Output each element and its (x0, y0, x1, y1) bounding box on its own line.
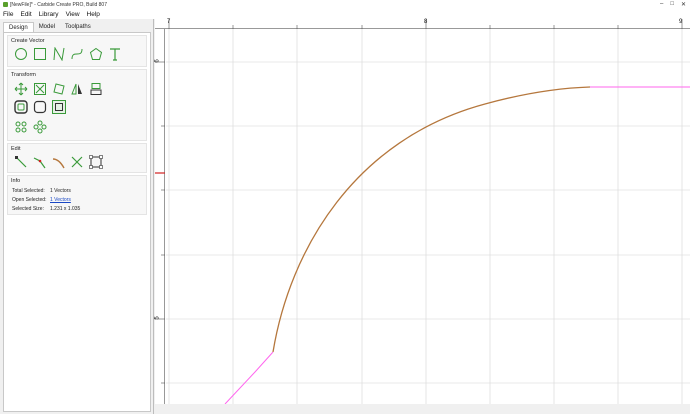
h-ruler-ticks (168, 19, 683, 29)
design-pane: Create Vector Transform Edit Info Total … (3, 32, 151, 412)
window-title: [NewFile]* - Carbide Create PRO, Build 8… (10, 1, 107, 8)
align-icon[interactable] (89, 82, 103, 96)
node-edit-icon[interactable] (14, 155, 28, 169)
tab-design[interactable]: Design (3, 22, 34, 32)
rotate-icon[interactable] (52, 82, 66, 96)
polyline-icon[interactable] (52, 47, 66, 61)
menu-view[interactable]: View (66, 11, 80, 18)
menu-library[interactable]: Library (39, 11, 59, 18)
horizontal-ruler: 7 8 9 (155, 19, 690, 29)
canvas-drawing[interactable] (155, 19, 690, 414)
menu-bar: File Edit Library View Help (0, 9, 690, 19)
total-selected-value: 1 Vectors (50, 188, 71, 194)
menu-file[interactable]: File (3, 11, 13, 18)
offset-icon[interactable] (14, 100, 28, 114)
boolean-icon[interactable] (52, 100, 66, 114)
trim-icon[interactable] (70, 155, 84, 169)
left-panel: Design Model Toolpaths Create Vector Tra… (0, 19, 154, 414)
edit-title: Edit (11, 146, 21, 152)
h-ruler-label-7: 7 (167, 19, 171, 25)
bounding-box-icon[interactable] (89, 155, 103, 169)
mirror-icon[interactable] (70, 82, 84, 96)
design-canvas[interactable] (155, 19, 690, 414)
tab-toolpaths[interactable]: Toolpaths (60, 22, 96, 32)
transform-title: Transform (11, 72, 36, 78)
close-button[interactable]: ✕ (681, 1, 686, 8)
selected-size-value: 1.231 x 1.035 (50, 206, 81, 212)
group-icon[interactable] (14, 120, 28, 134)
curve-icon[interactable] (70, 47, 84, 61)
info-open-selected: Open Selected: 1 Vectors (12, 197, 71, 203)
circle-icon[interactable] (14, 47, 28, 61)
h-ruler-label-9: 9 (679, 19, 683, 25)
rectangle-icon[interactable] (33, 47, 47, 61)
vertical-ruler: 6 5 (155, 29, 165, 404)
ungroup-icon[interactable] (33, 120, 47, 134)
info-title: Info (11, 178, 21, 184)
scale-icon[interactable] (33, 82, 47, 96)
panel-tabs: Design Model Toolpaths (3, 22, 96, 32)
title-bar: [NewFile]* - Carbide Create PRO, Build 8… (0, 0, 690, 9)
create-vector-section: Create Vector (7, 35, 147, 67)
v-ruler-ticks (155, 61, 165, 384)
fillet-icon[interactable] (33, 100, 47, 114)
open-path-lower[interactable] (224, 351, 274, 405)
smooth-icon[interactable] (52, 155, 66, 169)
menu-help[interactable]: Help (87, 11, 100, 18)
app-logo-icon (3, 2, 8, 7)
selected-size-label: Selected Size: (12, 206, 44, 212)
maximize-button[interactable]: □ (670, 1, 674, 8)
move-icon[interactable] (14, 82, 28, 96)
h-ruler-label-8: 8 (424, 19, 428, 25)
info-section: Info Total Selected: 1 Vectors Open Sele… (7, 175, 147, 215)
horizontal-scrollbar[interactable] (155, 404, 690, 414)
create-vector-title: Create Vector (11, 38, 45, 44)
info-total-selected: Total Selected: 1 Vectors (12, 188, 71, 194)
transform-section: Transform (7, 69, 147, 141)
canvas-grid (166, 29, 690, 404)
text-icon[interactable] (108, 47, 122, 61)
v-ruler-label-5: 5 (154, 316, 161, 320)
total-selected-label: Total Selected: (12, 188, 45, 194)
window-controls: – □ ✕ (660, 1, 686, 8)
v-ruler-label-6: 6 (154, 59, 161, 63)
selected-arc[interactable] (272, 86, 591, 353)
polygon-icon[interactable] (89, 47, 103, 61)
edit-section: Edit (7, 143, 147, 173)
menu-edit[interactable]: Edit (20, 11, 31, 18)
minimize-button[interactable]: – (660, 1, 663, 8)
info-selected-size: Selected Size: 1.231 x 1.035 (12, 206, 80, 212)
join-icon[interactable] (33, 155, 47, 169)
open-selected-label: Open Selected: (12, 197, 47, 203)
tab-model[interactable]: Model (34, 22, 60, 32)
open-selected-link[interactable]: 1 Vectors (50, 197, 71, 203)
